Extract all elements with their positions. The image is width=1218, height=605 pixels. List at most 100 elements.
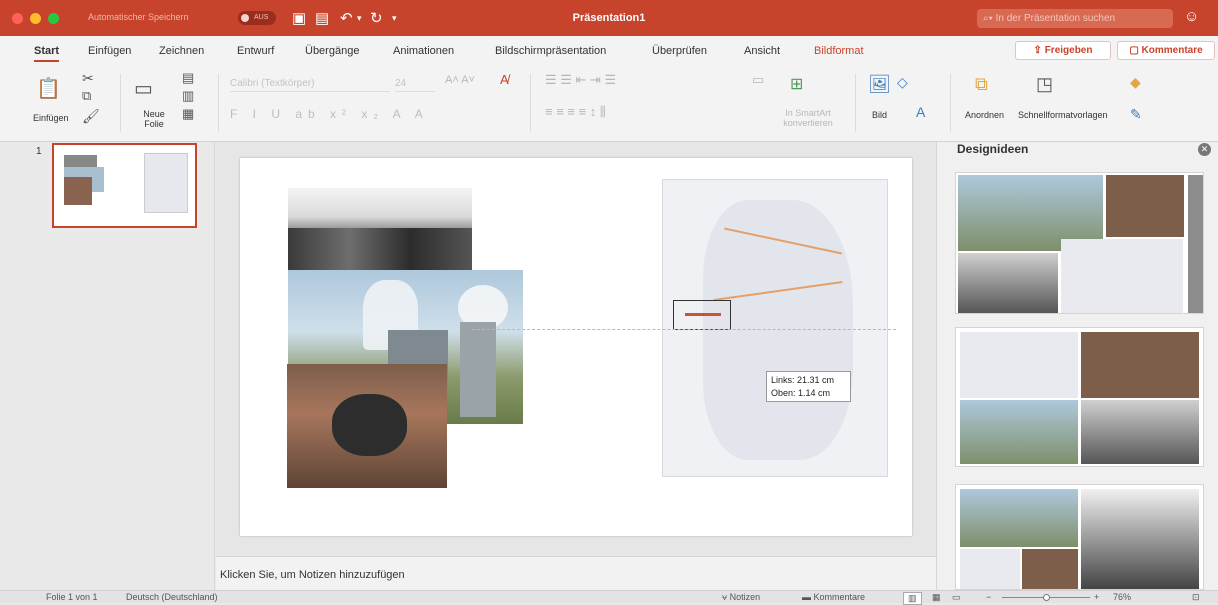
tab-animationen[interactable]: Animationen (393, 45, 454, 57)
redo-icon[interactable]: ↻ (370, 9, 383, 27)
comments-toggle[interactable]: ▬ Kommentare (802, 592, 865, 602)
search-input[interactable]: ⌕▾ In der Präsentation suchen (977, 9, 1173, 28)
design-photo-map (960, 549, 1020, 589)
design-photo-map (1061, 239, 1183, 313)
design-photo-rubble (1081, 400, 1199, 464)
feedback-smiley-icon[interactable]: ☺ (1184, 8, 1199, 25)
format-painter-icon[interactable]: 🖌 (82, 108, 100, 125)
slide-thumbnail[interactable] (52, 143, 197, 228)
zoom-level[interactable]: 76% (1113, 592, 1131, 602)
thumb-photo-coal (64, 177, 92, 205)
new-slide-icon[interactable]: ▭ (134, 76, 153, 101)
tab-bildformat[interactable]: Bildformat (814, 45, 864, 57)
text-direction-icon[interactable]: ▭ (752, 72, 764, 88)
quick-styles-label[interactable]: Schnellformatvorlagen (1018, 110, 1108, 120)
font-grow-icon[interactable]: A˄ A˅ (445, 74, 475, 86)
bullets-icon[interactable]: ☰ ☰ ⇤ ⇥ ☰ (545, 72, 616, 88)
design-photo-plant (960, 489, 1078, 547)
germany-map[interactable] (662, 179, 888, 477)
tab-zeichnen[interactable]: Zeichnen (159, 45, 204, 57)
design-scrollbar[interactable] (1188, 175, 1203, 313)
smartart-label[interactable]: In SmartArt konvertieren (774, 108, 842, 128)
undo-dropdown-icon[interactable]: ▾ (357, 13, 362, 24)
shape-outline-icon[interactable]: ✎ (1130, 106, 1142, 123)
shape-fill-icon[interactable]: ◆ (1130, 74, 1141, 91)
font-size-field[interactable]: 24 (395, 76, 435, 92)
tab-bildschirmpraesentation[interactable]: Bildschirmpräsentation (495, 45, 606, 57)
paste-icon[interactable]: 📋 (36, 76, 61, 101)
cut-icon[interactable]: ✂ (82, 70, 94, 87)
tooltip-left: Links: 21.31 cm (771, 375, 835, 385)
font-format-buttons[interactable]: F I U ab x² x₂ A A (230, 107, 429, 121)
copy-icon[interactable]: ⧉ (82, 88, 91, 104)
close-window-button[interactable] (12, 13, 23, 24)
coal-hands-photo[interactable] (287, 364, 447, 488)
clear-formatting-icon[interactable]: A̸ (500, 72, 509, 87)
fit-to-window-icon[interactable]: ⊡ (1192, 592, 1200, 603)
search-icon: ⌕▾ (983, 13, 996, 24)
share-button[interactable]: ⇪ Freigeben (1015, 41, 1111, 60)
search-placeholder: In der Präsentation suchen (995, 13, 1116, 24)
tab-ansicht[interactable]: Ansicht (744, 45, 780, 57)
slide-number: 1 (36, 146, 42, 157)
position-tooltip: Links: 21.31 cm Oben: 1.14 cm (766, 371, 851, 402)
reset-icon[interactable]: ▥ (182, 88, 194, 104)
ribbon-separator (950, 74, 951, 132)
industrial-skyline (288, 228, 472, 270)
align-icon[interactable]: ≡ ≡ ≡ ≡ ↕ ⫼ (545, 104, 606, 120)
zoom-in-icon[interactable]: + (1094, 592, 1099, 602)
zoom-out-icon[interactable]: − (986, 592, 991, 602)
save-icon[interactable]: ▤ (315, 9, 329, 27)
tab-start[interactable]: Start (34, 45, 60, 62)
tab-uebergaenge[interactable]: Übergänge (305, 45, 359, 57)
autosave-toggle[interactable]: AUS (238, 11, 276, 25)
industrial-photo[interactable] (288, 188, 472, 270)
textbox-icon[interactable]: A (916, 104, 925, 120)
design-idea-3[interactable] (955, 484, 1204, 590)
quick-styles-icon[interactable]: ◳ (1036, 74, 1053, 95)
design-photo-map (960, 332, 1078, 398)
notes-toggle[interactable]: ⩝ Notizen (722, 592, 760, 603)
arrange-label[interactable]: Anordnen (965, 110, 1004, 120)
minimize-window-button[interactable] (30, 13, 41, 24)
layout-icon[interactable]: ▤ (182, 70, 194, 86)
smartart-icon[interactable]: ⊞ (790, 74, 803, 94)
ribbon-separator (530, 74, 531, 132)
customize-toolbar-icon[interactable]: ▾ (392, 13, 397, 24)
comment-icon: ▢ (1129, 45, 1142, 56)
tab-einfuegen[interactable]: Einfügen (88, 45, 131, 57)
language-status[interactable]: Deutsch (Deutschland) (126, 592, 218, 602)
close-pane-icon[interactable]: ✕ (1198, 143, 1211, 156)
design-photo-rubble (1081, 489, 1199, 589)
picture-icon[interactable]: 🖼 (868, 74, 891, 95)
font-name-field[interactable]: Calibri (Textkörper) (230, 76, 390, 92)
reading-view-icon[interactable]: ▭ (952, 592, 961, 603)
title-bar: Automatischer Speichern AUS ▣ ▤ ↶ ▾ ↻ ▾ … (0, 0, 1218, 36)
arrange-icon[interactable]: ⧉ (975, 74, 988, 95)
design-photo-rubble (958, 253, 1058, 313)
slide-sorter-icon[interactable]: ▦ (932, 592, 941, 603)
picture-label[interactable]: Bild (872, 110, 887, 120)
undo-icon[interactable]: ↶ (340, 9, 353, 27)
tab-entwurf[interactable]: Entwurf (237, 45, 274, 57)
shapes-icon[interactable]: ◇ (897, 74, 908, 91)
design-idea-1[interactable] (955, 172, 1204, 314)
share-icon: ⇪ (1033, 45, 1045, 56)
design-ideas-title: Designideen (957, 142, 1029, 156)
tab-ueberpruefen[interactable]: Überprüfen (652, 45, 707, 57)
paste-label: Einfügen (33, 113, 69, 123)
cooling-tower (460, 322, 496, 417)
smart-guide (472, 329, 896, 330)
slide-info: Folie 1 von 1 (46, 592, 98, 602)
normal-view-icon[interactable]: ▥ (903, 592, 922, 605)
ribbon-separator (855, 74, 856, 132)
home-icon[interactable]: ▣ (292, 9, 306, 27)
zoom-slider-thumb[interactable] (1043, 594, 1050, 601)
maximize-window-button[interactable] (48, 13, 59, 24)
notes-placeholder[interactable]: Klicken Sie, um Notizen hinzuzufügen (220, 569, 405, 581)
section-icon[interactable]: ▦ (182, 106, 194, 122)
design-idea-2[interactable] (955, 327, 1204, 467)
design-photo-coal (1106, 175, 1184, 237)
ribbon-separator (120, 74, 121, 132)
comments-button[interactable]: ▢ Kommentare (1117, 41, 1215, 60)
